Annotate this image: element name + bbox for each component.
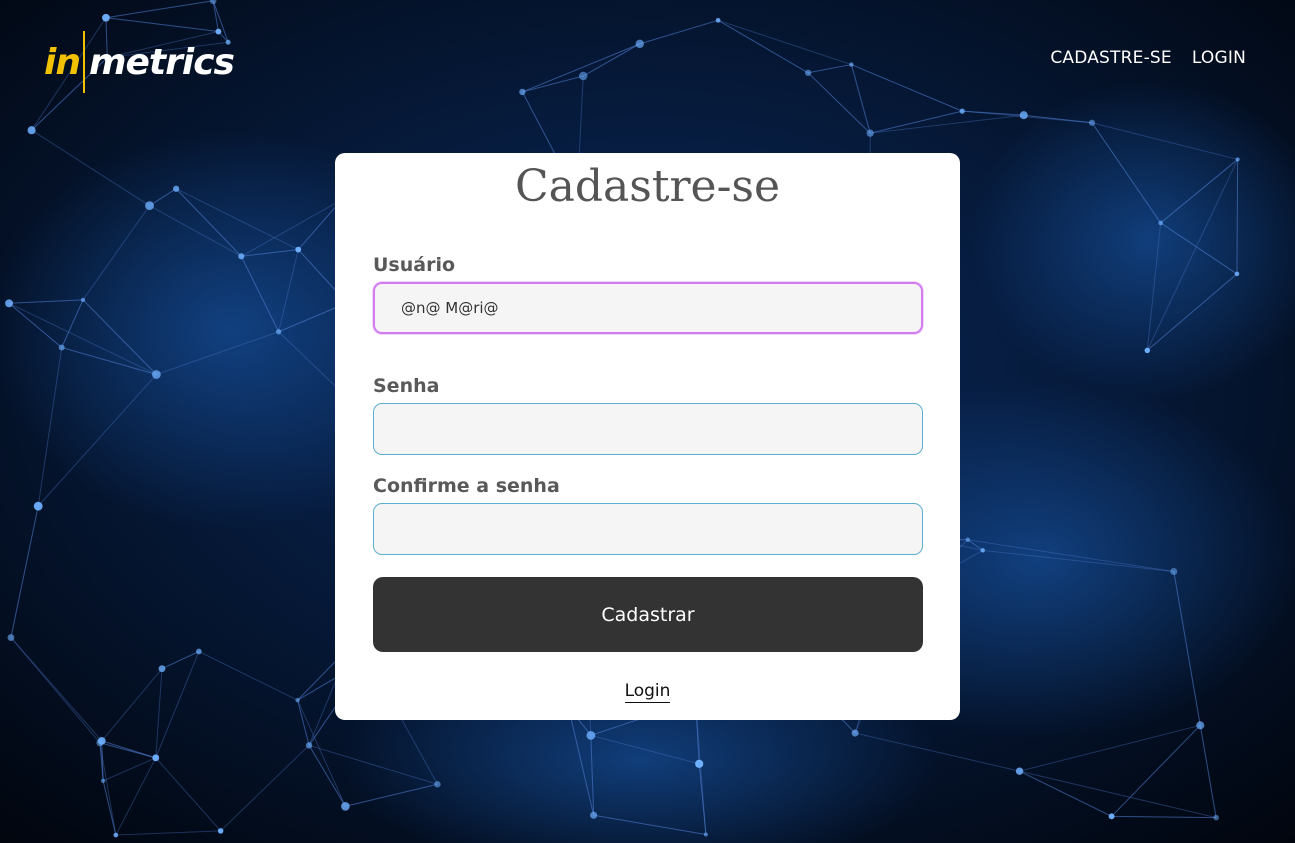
register-button[interactable]: Cadastrar (373, 577, 923, 652)
inmetrics-logo: in metrics (44, 30, 235, 94)
top-navigation: CADASTRE-SE LOGIN (1050, 48, 1246, 68)
login-link[interactable]: Login (624, 681, 671, 703)
nav-login-link[interactable]: LOGIN (1192, 48, 1246, 68)
password-label: Senha (373, 375, 440, 397)
username-input[interactable] (373, 282, 923, 334)
logo-metrics-text: metrics (88, 41, 235, 83)
password-input[interactable] (373, 403, 923, 455)
nav-signup-link[interactable]: CADASTRE-SE (1050, 48, 1172, 68)
username-label: Usuário (373, 254, 456, 276)
logo-divider (82, 31, 85, 93)
page-title: Cadastre-se (514, 161, 781, 212)
logo-in-text: in (44, 41, 81, 83)
login-link-wrapper: Login (335, 681, 960, 703)
signup-card: Cadastre-se Usuário Senha Confirme a sen… (335, 153, 960, 720)
confirm-password-label: Confirme a senha (373, 475, 560, 497)
confirm-password-input[interactable] (373, 503, 923, 555)
